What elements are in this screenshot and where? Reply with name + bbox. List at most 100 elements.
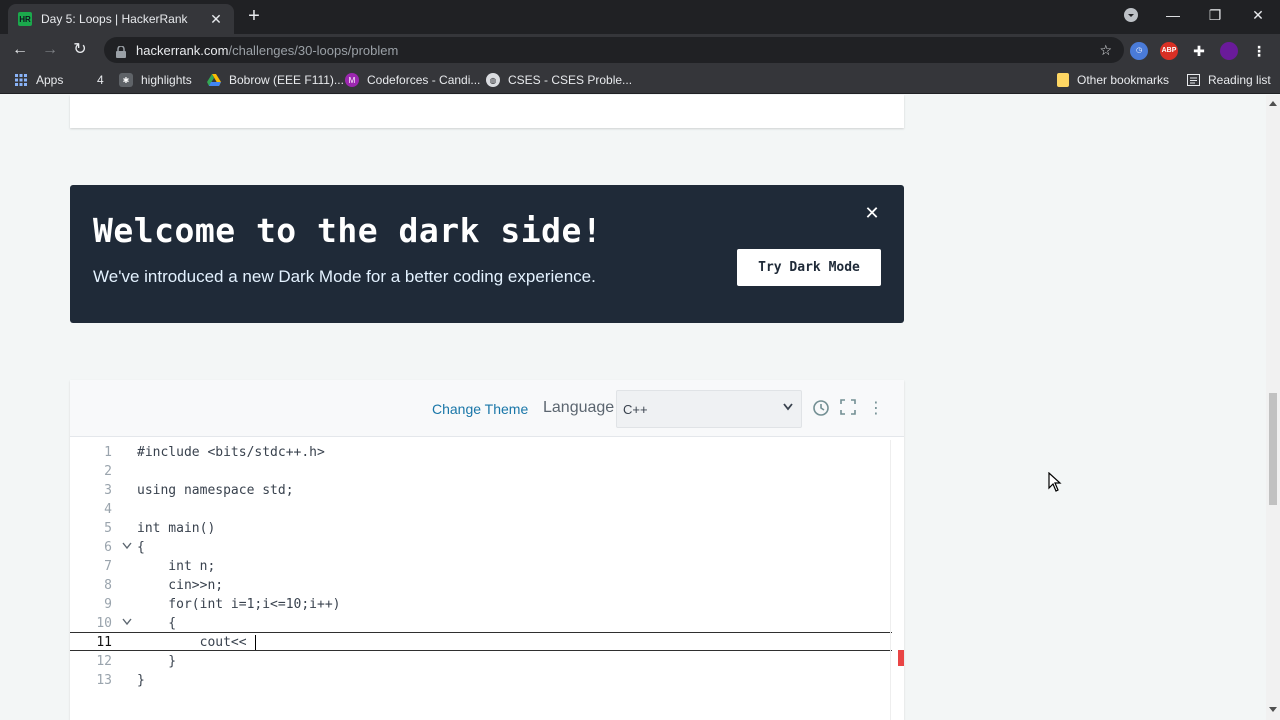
language-select[interactable]: C++ <box>616 390 802 428</box>
line-code: { <box>137 616 177 631</box>
line-code: } <box>137 673 145 688</box>
bookmark-apps[interactable]: Apps <box>14 71 63 89</box>
bookmark-highlights[interactable]: ✱ highlights <box>119 71 192 89</box>
text-cursor <box>255 635 256 650</box>
tab-close-icon[interactable]: ✕ <box>208 11 224 28</box>
hackerrank-favicon-icon: HR <box>18 12 32 26</box>
google-drive-icon <box>207 73 221 87</box>
bookmark-label: CSES - CSES Proble... <box>508 73 633 87</box>
fold-chevron-icon[interactable] <box>122 538 132 557</box>
scrollbar-thumb[interactable] <box>1269 393 1277 505</box>
code-line-active: 11 cout<< <box>70 632 892 651</box>
codeforces-icon: M <box>345 73 359 87</box>
browser-menu-icon[interactable]: ⋮ <box>1250 42 1268 60</box>
code-line: 9 for(int i=1;i<=10;i++) <box>70 595 892 614</box>
restore-code-icon[interactable] <box>811 399 831 419</box>
adblock-plus-icon[interactable]: ABP <box>1160 42 1178 60</box>
bookmark-cses[interactable]: ◍ CSES - CSES Proble... <box>486 71 632 89</box>
code-line: 6 { <box>70 538 892 557</box>
window-close-icon[interactable]: ✕ <box>1243 4 1273 26</box>
chevron-down-icon <box>783 400 793 414</box>
problem-card-bottom <box>70 95 904 128</box>
code-line: 1 #include <bits/stdc++.h> <box>70 443 892 462</box>
line-code: cin>>n; <box>137 578 224 593</box>
fold-chevron-icon[interactable] <box>122 614 132 633</box>
bookmark-star-icon[interactable]: ☆ <box>1099 42 1112 59</box>
scroll-down-arrow-icon[interactable] <box>1269 707 1277 712</box>
code-line: 5 int main() <box>70 519 892 538</box>
banner-heading: Welcome to the dark side! <box>93 211 603 250</box>
code-line: 4 <box>70 500 892 519</box>
line-code: cout<< <box>137 635 247 650</box>
page-content: Welcome to the dark side! We've introduc… <box>0 95 1266 720</box>
browser-tab-active[interactable]: HR Day 5: Loops | HackerRank ✕ <box>8 4 234 34</box>
line-code: #include <bits/stdc++.h> <box>137 445 325 460</box>
bookmark-4[interactable]: 4 <box>97 71 104 89</box>
bookmarks-bar: Apps 4 ✱ highlights Bobrow (EEE F111)...… <box>0 66 1280 94</box>
scroll-up-arrow-icon[interactable] <box>1269 101 1277 106</box>
line-code: { <box>137 540 145 555</box>
bookmark-label: Bobrow (EEE F111)... <box>229 73 344 87</box>
apps-grid-icon <box>14 73 28 87</box>
more-options-icon[interactable]: ⋮ <box>866 399 886 419</box>
fullscreen-icon[interactable] <box>838 399 858 419</box>
line-code: int main() <box>137 521 216 536</box>
bookmark-label: Apps <box>36 73 64 87</box>
folder-icon <box>1057 73 1069 87</box>
url-host: hackerrank.com <box>136 42 229 58</box>
forward-arrow-icon[interactable]: → <box>38 38 62 62</box>
window-minimize-icon[interactable]: — <box>1158 4 1188 26</box>
browser-toolbar: ← → ↻ hackerrank.com/challenges/30-loops… <box>0 34 1280 66</box>
back-arrow-icon[interactable]: ← <box>8 38 32 62</box>
tab-search-icon[interactable] <box>1116 4 1146 26</box>
code-area[interactable]: 1 #include <bits/stdc++.h> 2 3 using nam… <box>70 437 904 720</box>
editor-header: Change Theme Language C++ ⋮ <box>70 380 904 437</box>
line-code: using namespace std; <box>137 483 294 498</box>
clock-extension-icon[interactable]: ◷ <box>1130 42 1148 60</box>
language-value: C++ <box>623 402 648 417</box>
reload-icon[interactable]: ↻ <box>68 38 92 62</box>
banner-close-icon[interactable]: ✕ <box>862 203 882 223</box>
code-line: 3 using namespace std; <box>70 481 892 500</box>
line-number: 1 <box>104 445 112 460</box>
line-number: 2 <box>104 464 112 479</box>
extensions-puzzle-icon[interactable]: ✚ <box>1190 42 1208 60</box>
other-bookmarks[interactable]: Other bookmarks <box>1057 71 1169 89</box>
code-line: 8 cin>>n; <box>70 576 892 595</box>
window-restore-icon[interactable]: ❐ <box>1200 4 1230 26</box>
language-label: Language <box>543 399 615 416</box>
line-number: 12 <box>96 654 112 669</box>
line-number: 6 <box>104 540 112 555</box>
url-path: /challenges/30-loops/problem <box>228 42 399 58</box>
new-tab-button[interactable]: + <box>244 6 264 28</box>
browser-tab-strip: HR Day 5: Loops | HackerRank ✕ + — ❐ ✕ <box>0 0 1280 34</box>
bookmark-label: Codeforces - Candi... <box>367 73 481 87</box>
code-line: 7 int n; <box>70 557 892 576</box>
line-number: 10 <box>96 616 112 631</box>
banner-subtitle: We've introduced a new Dark Mode for a b… <box>93 267 596 286</box>
line-code: for(int i=1;i<=10;i++) <box>137 597 341 612</box>
page-scrollbar[interactable] <box>1266 95 1280 720</box>
profile-avatar[interactable] <box>1220 42 1238 60</box>
line-number: 7 <box>104 559 112 574</box>
line-number: 3 <box>104 483 112 498</box>
line-number: 4 <box>104 502 112 517</box>
lock-icon <box>116 44 126 58</box>
address-bar[interactable]: hackerrank.com/challenges/30-loops/probl… <box>104 37 1124 63</box>
code-line: 2 <box>70 462 892 481</box>
editor-scrollbar[interactable] <box>890 440 904 720</box>
line-number: 9 <box>104 597 112 612</box>
bookmark-bobrow[interactable]: Bobrow (EEE F111)... <box>207 71 344 89</box>
code-line: 10 { <box>70 614 892 633</box>
line-code: } <box>137 654 177 669</box>
bookmark-label: 4 <box>97 73 104 87</box>
bookmark-codeforces[interactable]: M Codeforces - Candi... <box>345 71 480 89</box>
highlights-icon: ✱ <box>119 73 133 87</box>
change-theme-link[interactable]: Change Theme <box>432 401 528 417</box>
try-dark-mode-button[interactable]: Try Dark Mode <box>737 249 881 286</box>
code-line: 13 } <box>70 671 892 690</box>
reading-list[interactable]: Reading list <box>1186 71 1271 89</box>
globe-icon: ◍ <box>486 73 500 87</box>
code-line: 12 } <box>70 652 892 671</box>
other-bookmarks-label: Other bookmarks <box>1077 73 1170 87</box>
